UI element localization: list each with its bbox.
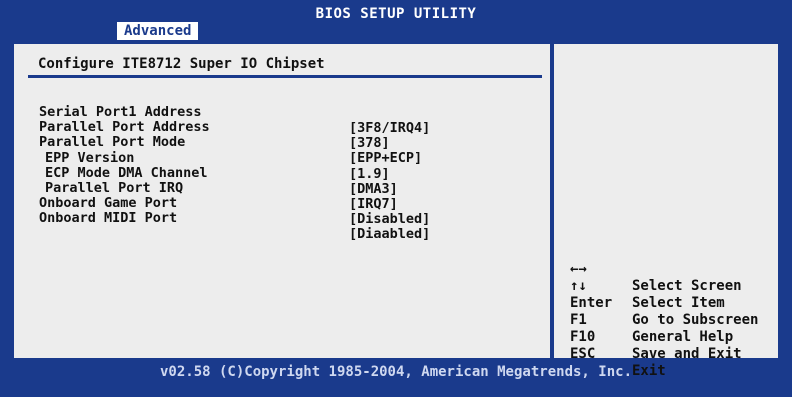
- setting-ecp-mode-dma-channel[interactable]: ECP Mode DMA Channel [DMA3]: [39, 149, 398, 197]
- setting-parallel-port-mode[interactable]: Parallel Port Mode [EPP+ECP]: [39, 118, 422, 166]
- help-row: F1 General Help: [570, 295, 733, 345]
- help-desc: Select Item: [632, 295, 725, 311]
- help-row: Enter Go to Subscreen: [570, 278, 758, 328]
- setting-parallel-port-address[interactable]: Parallel Port Address [378]: [39, 103, 390, 151]
- help-panel: ←→ Select Screen ↑↓ Select Item Enter Go…: [554, 44, 778, 379]
- help-row: ←→ Select Screen: [570, 244, 742, 294]
- setting-value[interactable]: [3F8/IRQ4]: [349, 120, 430, 136]
- section-divider: [28, 75, 542, 78]
- help-row: F10 Save and Exit: [570, 312, 742, 362]
- help-desc: General Help: [632, 329, 734, 345]
- bios-frame: Configure ITE8712 Super IO Chipset Seria…: [10, 40, 782, 379]
- setting-value[interactable]: [DMA3]: [349, 181, 398, 197]
- help-desc: Save and Exit: [632, 346, 742, 362]
- setting-onboard-midi-port[interactable]: Onboard MIDI Port [Diaabled]: [39, 194, 430, 242]
- setting-value[interactable]: [IRQ7]: [349, 196, 398, 212]
- help-row: ↑↓ Select Item: [570, 261, 725, 311]
- setting-serial-port1-address[interactable]: Serial Port1 Address [3F8/IRQ4]: [39, 88, 430, 136]
- setting-value[interactable]: [1.9]: [349, 166, 390, 182]
- setting-label: Onboard MIDI Port: [39, 210, 178, 227]
- tab-advanced[interactable]: Advanced: [117, 22, 199, 40]
- title-bar: BIOS SETUP UTILITY Advanced: [0, 0, 792, 40]
- setting-value[interactable]: [378]: [349, 135, 390, 151]
- help-desc: Go to Subscreen: [632, 312, 759, 328]
- help-key: ESC: [570, 346, 596, 362]
- setting-value[interactable]: [Diaabled]: [349, 226, 430, 242]
- bios-title: BIOS SETUP UTILITY: [315, 6, 477, 22]
- settings-list: Serial Port1 Address [3F8/IRQ4] Parallel…: [39, 88, 430, 242]
- setting-epp-version[interactable]: EPP Version [1.9]: [39, 134, 390, 182]
- setting-value[interactable]: [EPP+ECP]: [349, 150, 422, 166]
- copyright-footer: v02.58 (C)Copyright 1985-2004, American …: [159, 364, 632, 380]
- settings-panel: Configure ITE8712 Super IO Chipset Seria…: [14, 44, 550, 358]
- setting-onboard-game-port[interactable]: Onboard Game Port [Disabled]: [39, 179, 430, 227]
- help-desc: Select Screen: [632, 278, 742, 294]
- section-title: Configure ITE8712 Super IO Chipset: [38, 56, 325, 72]
- key-help: ←→ Select Screen ↑↓ Select Item Enter Go…: [570, 244, 758, 379]
- help-row: ESC Exit: [570, 329, 666, 379]
- setting-parallel-port-irq[interactable]: Parallel Port IRQ [IRQ7]: [39, 164, 398, 212]
- setting-value[interactable]: [Disabled]: [349, 211, 430, 227]
